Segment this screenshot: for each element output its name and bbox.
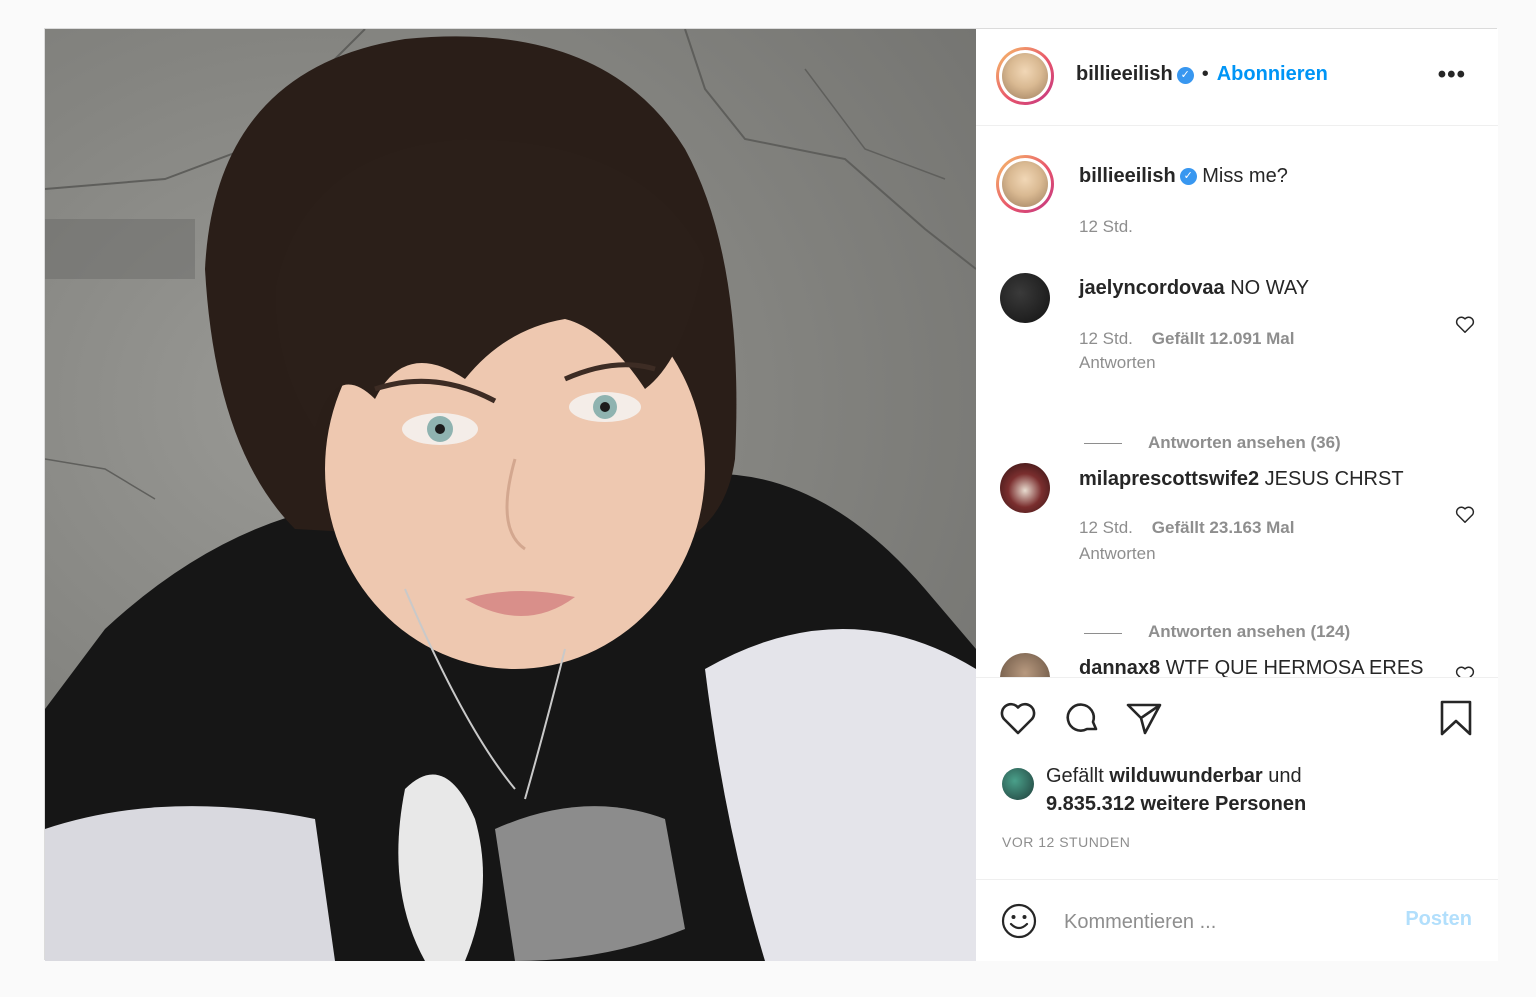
comment-avatar[interactable] (1000, 463, 1050, 513)
comment-text: WTF QUE HERMOSA ERES (1165, 657, 1424, 677)
avatar-image (1002, 161, 1048, 207)
post-comment-button[interactable]: Posten (1405, 908, 1472, 931)
heart-icon[interactable] (998, 698, 1038, 738)
reply-button[interactable]: Antworten (1079, 353, 1156, 373)
comment-text: JESUS CHRST (1264, 468, 1404, 490)
bookmark-icon[interactable] (1436, 698, 1476, 738)
post-sidebar: billieeilish ✓ • Abonnieren ••• billieeilis… (976, 29, 1498, 961)
header-user-row: billieeilish ✓ • Abonnieren (1076, 63, 1328, 86)
comments-list[interactable]: billieeilish ✓ Miss me? 12 Std. jaelyncor… (976, 125, 1498, 677)
follow-button[interactable]: Abonnieren (1217, 63, 1328, 85)
separator-dot: • (1201, 63, 1209, 85)
view-replies-button[interactable]: Antworten ansehen (124) (1148, 622, 1350, 642)
comment-like-heart-icon[interactable] (1454, 313, 1476, 335)
post-photo[interactable] (45, 29, 976, 961)
likes-and: und (1268, 765, 1302, 787)
author-avatar[interactable] (996, 47, 1054, 105)
comment-avatar[interactable] (1000, 273, 1050, 323)
post-header: billieeilish ✓ • Abonnieren ••• (976, 29, 1498, 126)
comment-text: NO WAY (1230, 277, 1310, 299)
comment-text-row: milaprescottswife2 JESUS CHRST (1079, 468, 1404, 491)
comment-meta: 12 Std. Gefällt 23.163 Mal (1079, 518, 1294, 538)
comment-text-row: jaelyncordovaa NO WAY (1079, 277, 1309, 300)
comment-input[interactable] (1062, 906, 1396, 938)
comment-like-heart-icon[interactable] (1454, 663, 1476, 677)
liker-avatar[interactable] (1002, 768, 1034, 800)
post-actions: Gefällt wilduwunderbar und 9.835.312 wei… (976, 677, 1498, 880)
likes-count[interactable]: 9.835.312 weitere Personen (1046, 793, 1306, 815)
verified-badge-icon: ✓ (1176, 67, 1194, 85)
comment-like-heart-icon[interactable] (1454, 503, 1476, 525)
smiley-icon[interactable] (1000, 902, 1038, 940)
likes-prefix: Gefällt (1046, 765, 1104, 787)
instagram-post: billieeilish ✓ • Abonnieren ••• billieeilis… (44, 28, 1498, 961)
caption-text: Miss me? (1202, 165, 1288, 187)
comment-text-row: dannax8 WTF QUE HERMOSA ERES (1079, 657, 1424, 677)
comment-avatar[interactable] (1000, 653, 1050, 677)
post-timestamp[interactable]: VOR 12 STUNDEN (1002, 834, 1130, 850)
likes-summary: Gefällt wilduwunderbar und 9.835.312 wei… (1046, 762, 1306, 818)
comment-username[interactable]: dannax8 (1079, 657, 1160, 677)
comment-username[interactable]: milaprescottswife2 (1079, 468, 1259, 490)
author-username[interactable]: billieeilish (1076, 63, 1173, 85)
view-replies-button[interactable]: Antworten ansehen (36) (1148, 433, 1341, 453)
comment-time: 12 Std. (1079, 329, 1133, 348)
comment-likes[interactable]: Gefällt 12.091 Mal (1152, 329, 1295, 348)
avatar-image (1002, 53, 1048, 99)
comment-composer: Posten (976, 879, 1498, 962)
caption-text-row: billieeilish ✓ Miss me? (1079, 165, 1288, 188)
comment-likes[interactable]: Gefällt 23.163 Mal (1152, 518, 1295, 537)
replies-divider (1084, 633, 1122, 634)
reply-button[interactable]: Antworten (1079, 544, 1156, 564)
comment-username[interactable]: jaelyncordovaa (1079, 277, 1225, 299)
caption-username[interactable]: billieeilish (1079, 165, 1176, 187)
caption-avatar[interactable] (996, 155, 1054, 213)
verified-badge-icon: ✓ (1179, 168, 1197, 186)
more-options-icon[interactable]: ••• (1438, 61, 1466, 89)
comment-time: 12 Std. (1079, 518, 1133, 537)
comment-meta: 12 Std. Gefällt 12.091 Mal (1079, 329, 1294, 349)
comment-bubble-icon[interactable] (1062, 698, 1102, 738)
liker-username[interactable]: wilduwunderbar (1109, 765, 1262, 787)
selfie-illustration (45, 29, 976, 961)
paper-plane-icon[interactable] (1124, 698, 1164, 738)
replies-divider (1084, 443, 1122, 444)
caption-time: 12 Std. (1079, 217, 1133, 236)
